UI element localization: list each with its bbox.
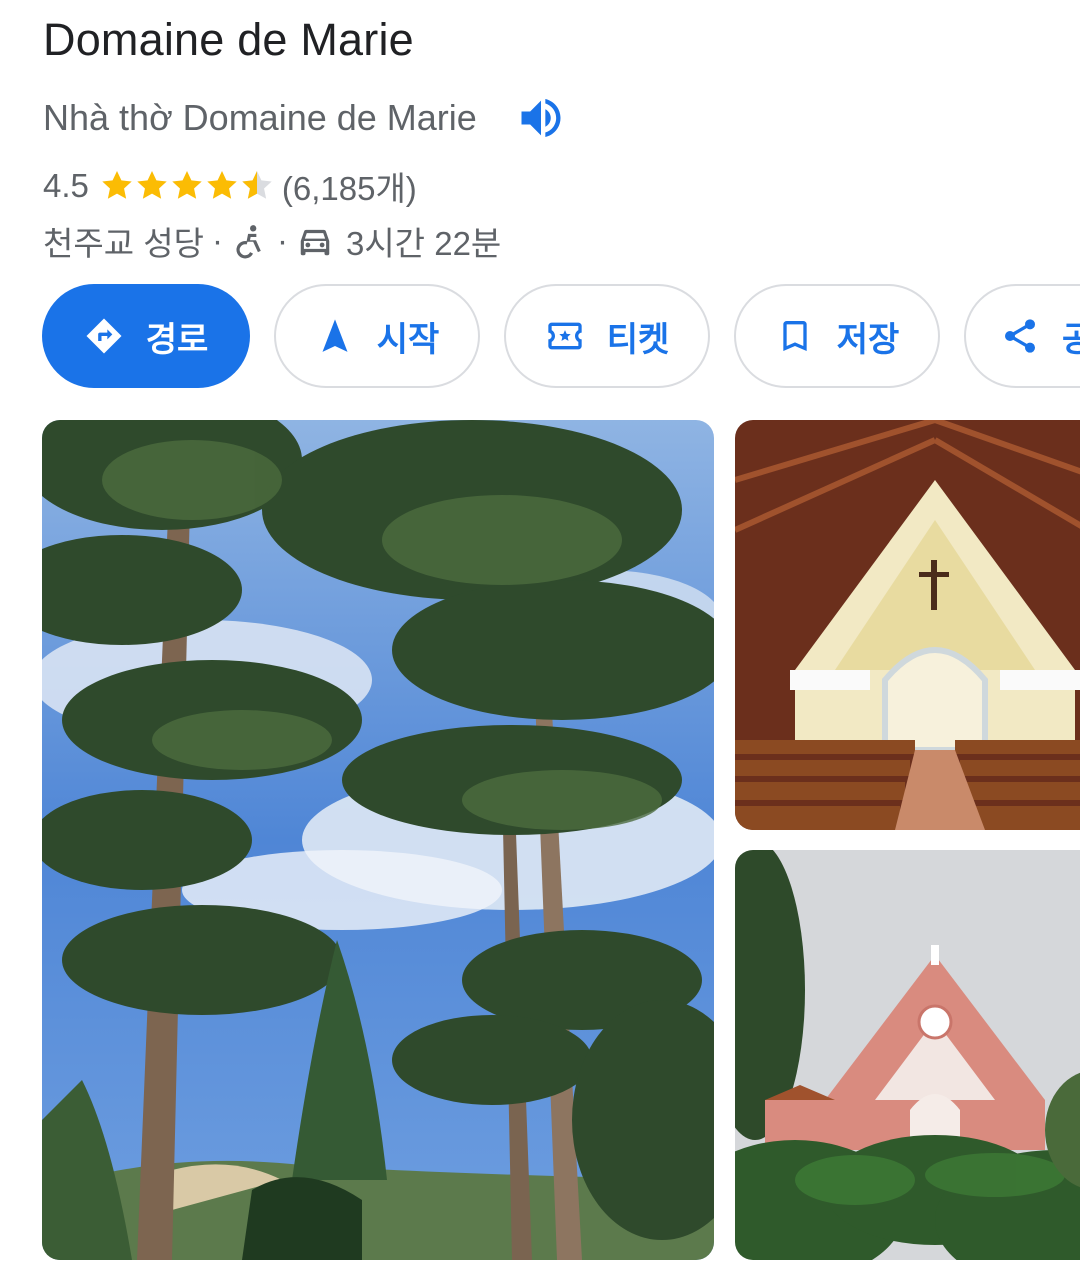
save-button[interactable]: 저장 xyxy=(734,284,940,388)
place-category: 천주교 성당 xyxy=(43,225,204,262)
star-half-icon xyxy=(242,171,272,199)
star-icon xyxy=(207,171,237,199)
share-label: 공유 xyxy=(1062,320,1080,359)
place-subtitle: Nhà thờ Domaine de Marie xyxy=(43,97,477,138)
rating-value: 4.5 xyxy=(43,167,89,204)
place-title: Domaine de Marie xyxy=(43,14,414,65)
photo-church-interior[interactable] xyxy=(735,420,1080,830)
save-label: 저장 xyxy=(836,320,900,359)
separator: · xyxy=(211,222,223,259)
car-icon xyxy=(296,222,334,260)
ticket-icon xyxy=(545,316,585,356)
drive-time: 3시간 22분 xyxy=(345,225,502,262)
directions-button[interactable]: 경로 xyxy=(42,284,250,388)
rating-row[interactable]: 4.5 (6,185개) xyxy=(43,164,417,208)
share-icon xyxy=(1000,316,1040,356)
navigation-arrow-icon xyxy=(315,316,355,356)
tickets-label: 티켓 xyxy=(606,320,670,359)
star-icon xyxy=(172,171,202,199)
directions-label: 경로 xyxy=(145,320,209,359)
meta-row: 천주교 성당 · · 3시간 22분 xyxy=(43,218,501,264)
photo-church-exterior[interactable] xyxy=(735,850,1080,1260)
start-button[interactable]: 시작 xyxy=(274,284,480,388)
wheelchair-icon xyxy=(231,222,269,260)
action-buttons: 경로 시작 티켓 저장 공 xyxy=(42,284,1080,388)
subtitle-row: Nhà thờ Domaine de Marie xyxy=(43,90,569,146)
star-icon xyxy=(102,171,132,199)
bookmark-icon xyxy=(775,316,815,356)
start-label: 시작 xyxy=(376,320,440,359)
tickets-button[interactable]: 티켓 xyxy=(504,284,710,388)
directions-icon xyxy=(84,316,124,356)
share-button[interactable]: 공유 xyxy=(964,284,1080,388)
star-icon xyxy=(137,171,167,199)
rating-stars xyxy=(99,168,274,204)
review-count: (6,185개) xyxy=(281,170,417,207)
separator: · xyxy=(276,222,288,259)
photo-pine-trees[interactable] xyxy=(42,420,714,1260)
volume-up-icon[interactable] xyxy=(513,90,569,146)
